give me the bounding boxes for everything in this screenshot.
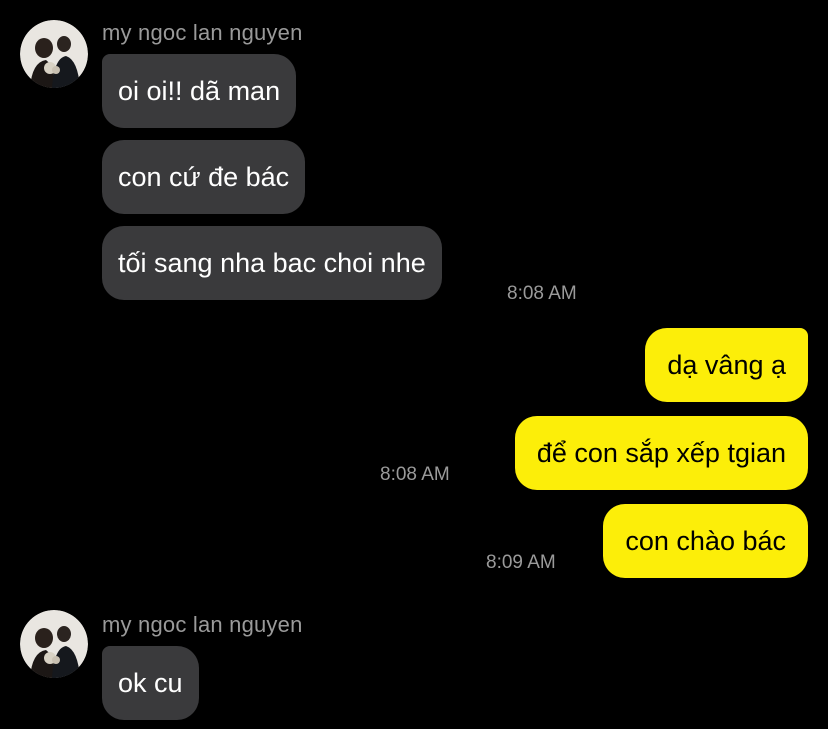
message-bubble[interactable]: oi oi!! dã man <box>102 54 297 128</box>
message-timestamp: 8:09 AM <box>486 552 556 573</box>
message-bubble[interactable]: con cứ đe bác <box>102 140 306 214</box>
sender-name: my ngoc lan nguyen <box>102 20 303 45</box>
message-timestamp: 8:08 AM <box>507 283 577 304</box>
message-bubble[interactable]: dạ vâng ạ <box>645 328 808 402</box>
message-bubble[interactable]: con chào bác <box>603 504 808 578</box>
message-bubble[interactable]: để con sắp xếp tgian <box>514 416 808 490</box>
avatar-photo-icon[interactable] <box>20 610 88 678</box>
sender-name: my ngoc lan nguyen <box>102 612 303 637</box>
message-bubble[interactable]: tối sang nha bac choi nhe <box>102 226 442 300</box>
avatar-photo-icon[interactable] <box>20 20 88 88</box>
message-timestamp: 8:08 AM <box>380 464 450 485</box>
message-bubble[interactable]: ok cu <box>102 646 199 720</box>
